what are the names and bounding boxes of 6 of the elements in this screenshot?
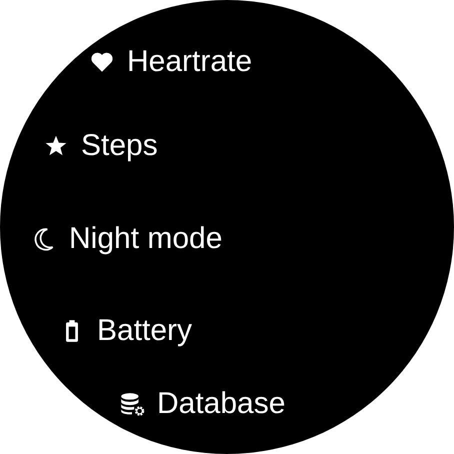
menu-item[interactable]: Database xyxy=(157,387,286,421)
menu-item[interactable]: Battery xyxy=(97,314,192,348)
database-gear-icon xyxy=(119,391,145,417)
menu-item[interactable]: Steps xyxy=(81,129,158,163)
menu-item[interactable]: Heartrate xyxy=(127,45,252,79)
menu-item[interactable]: Night mode xyxy=(69,222,222,256)
